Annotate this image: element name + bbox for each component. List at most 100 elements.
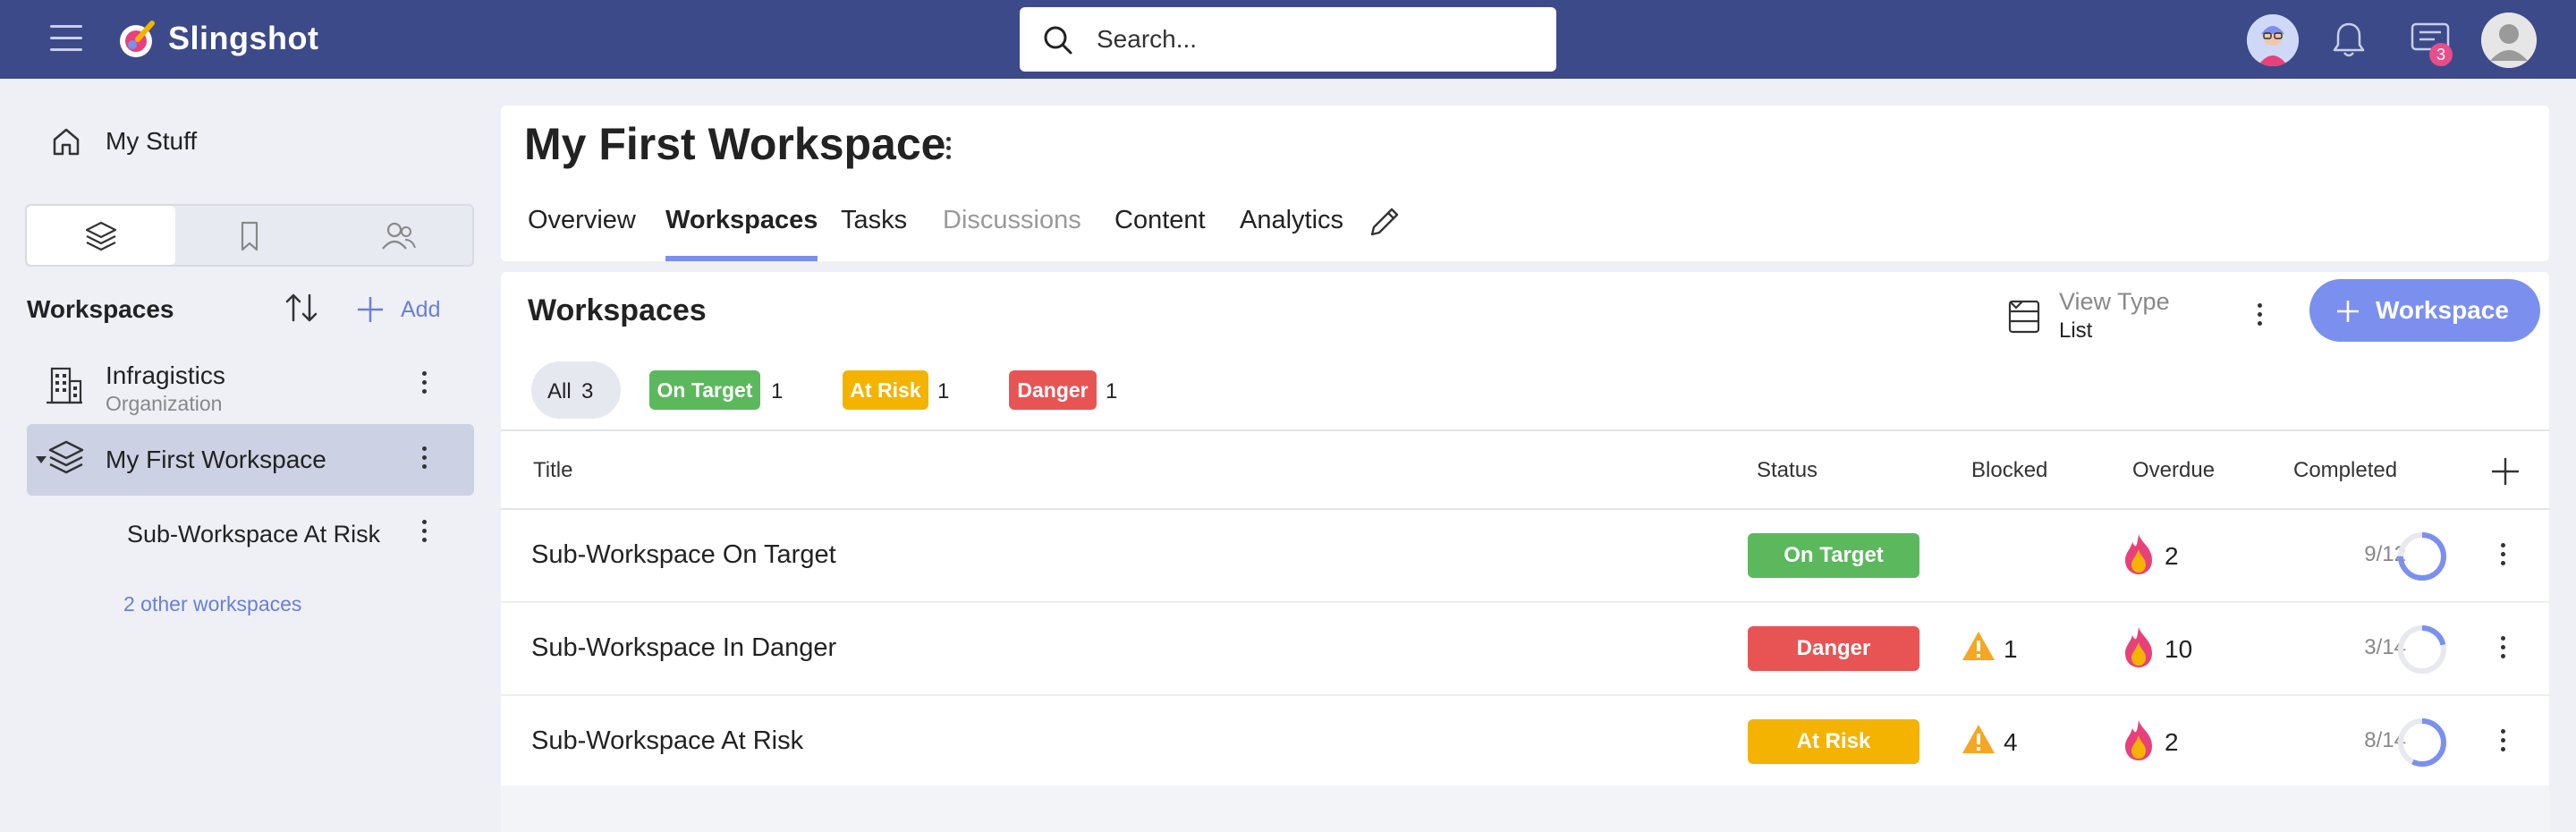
filter-all[interactable]: All 3	[531, 361, 621, 419]
plus-icon	[2337, 301, 2359, 322]
layers-icon	[85, 221, 117, 251]
completed-fraction: 3/14	[2364, 635, 2406, 659]
row-title[interactable]: Sub-Workspace At Risk	[531, 726, 803, 756]
table-footer-area	[501, 785, 2549, 832]
table-row[interactable]: Sub-Workspace In Danger Danger 1 10 3/14	[501, 603, 2549, 696]
my-stuff-link[interactable]: My Stuff	[106, 127, 197, 156]
column-blocked[interactable]: Blocked	[1971, 458, 2047, 483]
filter-at-risk-count: 1	[937, 379, 950, 403]
tree-item-sub-workspace[interactable]: Sub-Workspace At Risk	[27, 506, 474, 560]
tab-content[interactable]: Content	[1114, 206, 1206, 261]
table-header: Title Status Blocked Overdue Completed	[501, 429, 2549, 510]
expand-caret-icon[interactable]	[36, 456, 47, 463]
org-more-icon[interactable]	[415, 367, 433, 403]
tab-people[interactable]	[324, 206, 472, 265]
user-avatar[interactable]	[2481, 13, 2537, 68]
filter-on-target[interactable]: On Target	[649, 370, 760, 410]
user-avatar-icon	[2481, 13, 2537, 68]
other-workspaces-link[interactable]: 2 other workspaces	[123, 592, 301, 616]
column-title[interactable]: Title	[533, 458, 572, 483]
sidebar: My Stuff Workspaces Add Infragistics Org…	[0, 79, 501, 832]
layers-icon	[48, 440, 84, 474]
status-badge[interactable]: Danger	[1748, 626, 1919, 671]
add-workspace-label: Workspace	[2376, 296, 2509, 324]
progress-ring	[2398, 718, 2446, 767]
tab-tasks[interactable]: Tasks	[841, 206, 907, 261]
blocked-value: 1	[2004, 635, 2018, 663]
column-overdue[interactable]: Overdue	[2132, 458, 2215, 483]
tab-analytics[interactable]: Analytics	[1240, 206, 1343, 261]
workspaces-panel: Workspaces View Type List Workspace All …	[501, 272, 2549, 832]
chevron-down-icon	[2009, 301, 2023, 310]
tab-workspaces[interactable]: Workspaces	[665, 206, 818, 261]
messages-count-badge: 3	[2429, 43, 2453, 66]
tab-workspaces-layers[interactable]	[27, 206, 175, 265]
column-status[interactable]: Status	[1757, 458, 1818, 483]
status-badge[interactable]: At Risk	[1748, 719, 1919, 764]
row-title[interactable]: Sub-Workspace On Target	[531, 540, 836, 570]
workspace-more-icon[interactable]	[415, 442, 433, 478]
search-icon	[1044, 26, 1072, 55]
tab-bookmarks[interactable]	[175, 206, 324, 265]
warning-icon	[1962, 632, 1995, 660]
hamburger-menu-icon[interactable]	[50, 25, 82, 52]
org-type-label: Organization	[106, 392, 223, 415]
fire-icon	[2125, 627, 2152, 667]
filter-on-target-count: 1	[771, 379, 784, 403]
overdue-value: 2	[2165, 542, 2179, 570]
search-input[interactable]	[1097, 21, 1526, 57]
column-completed[interactable]: Completed	[2293, 458, 2397, 483]
sort-icon[interactable]	[283, 290, 320, 326]
bot-avatar-icon	[2247, 14, 2299, 66]
notifications-bell-icon[interactable]	[2330, 20, 2368, 59]
org-name: Infragistics	[106, 361, 225, 389]
page-title: My First Workspace	[524, 119, 946, 169]
tab-overview[interactable]: Overview	[528, 206, 636, 261]
row-more-icon[interactable]	[2494, 725, 2512, 760]
plus-icon	[358, 297, 383, 322]
overdue-value: 10	[2165, 635, 2193, 663]
slingshot-logo-icon[interactable]	[114, 18, 157, 61]
search-box[interactable]	[1020, 7, 1556, 72]
table-row[interactable]: Sub-Workspace At Risk At Risk 4 2 8/14	[501, 696, 2549, 789]
add-workspace-button[interactable]: Workspace	[2309, 279, 2540, 342]
row-title[interactable]: Sub-Workspace In Danger	[531, 633, 836, 663]
blocked-value: 4	[2004, 728, 2018, 756]
tab-discussions[interactable]: Discussions	[943, 206, 1081, 261]
sub-workspace-more-icon[interactable]	[415, 515, 433, 551]
completed-fraction: 8/14	[2364, 728, 2406, 752]
panel-more-icon[interactable]	[2250, 299, 2268, 335]
completed-fraction: 9/12	[2364, 542, 2406, 566]
fire-icon	[2125, 534, 2152, 574]
filter-at-risk[interactable]: At Risk	[843, 370, 928, 410]
bookmark-icon	[241, 221, 258, 251]
view-type-label: View Type	[2059, 288, 2170, 315]
workspaces-heading: Workspaces	[27, 295, 174, 323]
row-more-icon[interactable]	[2494, 632, 2512, 667]
status-badge[interactable]: On Target	[1748, 533, 1919, 578]
edit-tabs-pencil-icon[interactable]	[1367, 204, 1402, 240]
row-more-icon[interactable]	[2494, 539, 2512, 574]
top-bar: Slingshot 3	[0, 0, 2576, 79]
workspace-header: My First Workspace Overview Workspaces T…	[501, 106, 2549, 261]
view-type-selector[interactable]: View Type List	[2007, 288, 2204, 351]
tree-item-my-first-workspace[interactable]: My First Workspace	[27, 424, 474, 496]
tree-item-label: Sub-Workspace At Risk	[127, 521, 381, 548]
sidebar-tabs	[25, 204, 474, 267]
table-row[interactable]: Sub-Workspace On Target On Target 2 9/12	[501, 510, 2549, 603]
title-more-icon[interactable]	[939, 132, 957, 168]
add-label: Add	[401, 297, 441, 322]
progress-ring	[2398, 625, 2446, 674]
filter-danger-count: 1	[1106, 379, 1118, 403]
progress-ring	[2398, 532, 2446, 581]
home-icon[interactable]	[50, 125, 82, 157]
add-column-plus-icon[interactable]	[2488, 454, 2522, 488]
brand-name[interactable]: Slingshot	[168, 20, 319, 57]
view-type-value: List	[2059, 318, 2093, 343]
fire-icon	[2125, 720, 2152, 760]
filter-all-count: 3	[581, 379, 594, 403]
assistant-avatar[interactable]	[2247, 14, 2299, 66]
tree-item-label: My First Workspace	[106, 446, 326, 473]
tree-item-organization[interactable]: Infragistics Organization	[27, 352, 474, 417]
filter-danger[interactable]: Danger	[1009, 370, 1097, 410]
